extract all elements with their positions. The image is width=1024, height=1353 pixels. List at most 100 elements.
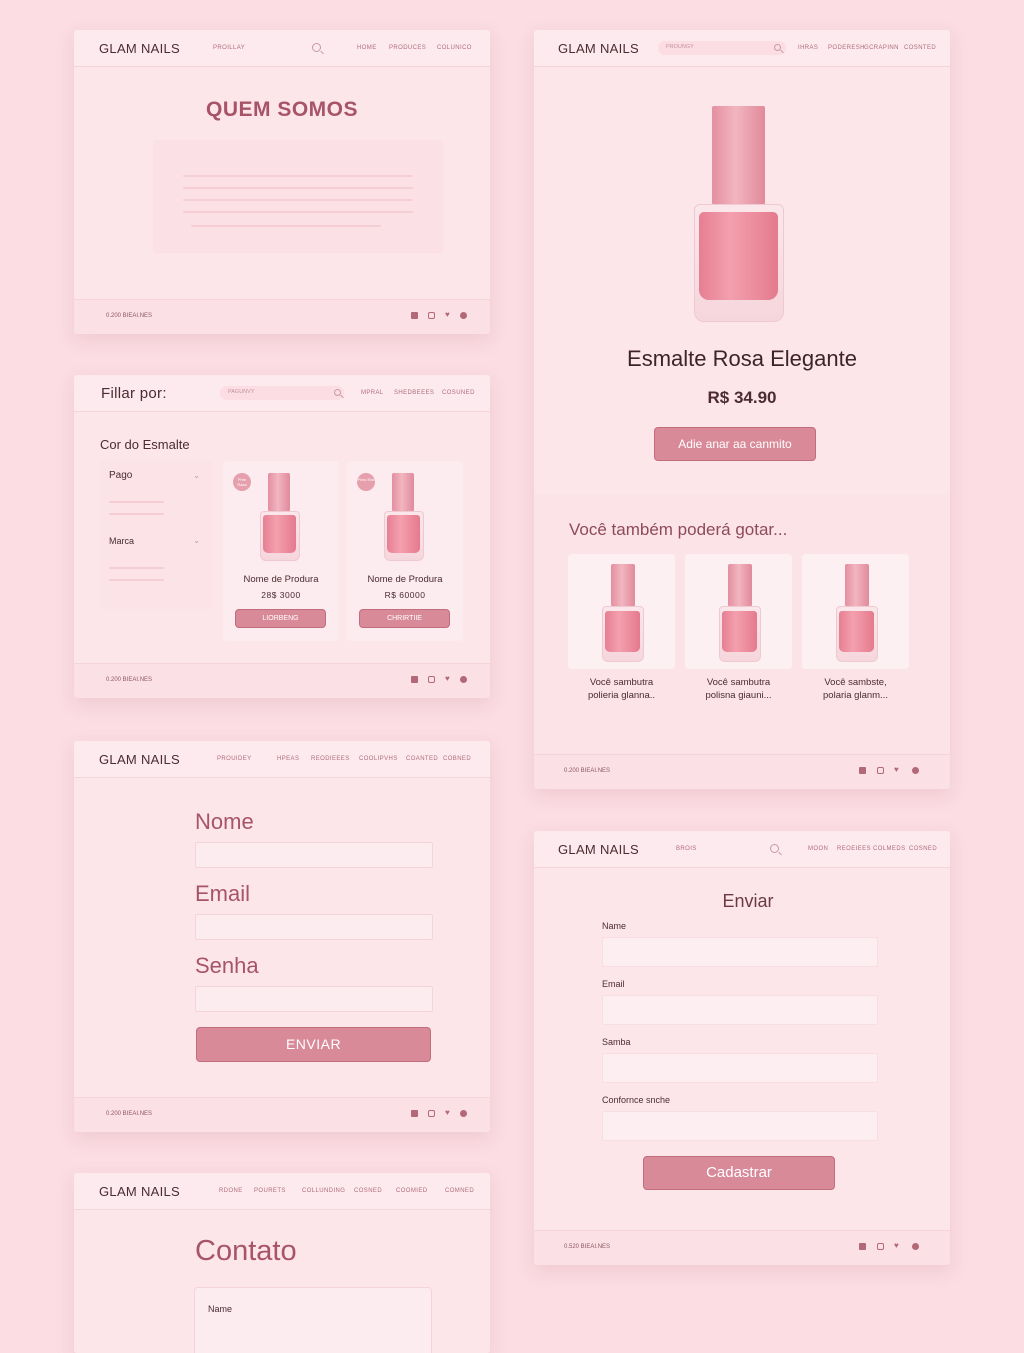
nav-link-home[interactable]: HOME [357, 45, 377, 51]
related-product-text: Você sambste, [824, 677, 887, 688]
twitter-icon[interactable]: ♥ [894, 1241, 899, 1250]
name-field[interactable] [195, 842, 433, 868]
search-icon[interactable] [770, 844, 779, 853]
confirm-label: Confornce snche [602, 1095, 671, 1105]
nav-link-column[interactable]: COLUNICO [437, 45, 472, 51]
password-field[interactable] [602, 1053, 878, 1083]
related-product-card[interactable] [685, 554, 792, 669]
nav-link-3[interactable]: REOEIEES [837, 846, 871, 852]
filter-option[interactable] [109, 579, 164, 581]
instagram-icon[interactable] [428, 676, 435, 683]
related-product-card[interactable] [802, 554, 909, 669]
add-to-cart-button[interactable]: Adie anar aa canmito [654, 427, 816, 461]
footer: 0.200 BIEAI.NES ♥ [74, 663, 490, 698]
nav-link-2[interactable]: PODERESH [828, 45, 865, 51]
instagram-icon[interactable] [428, 312, 435, 319]
facebook-icon[interactable] [411, 312, 418, 319]
name-field[interactable] [602, 937, 878, 967]
pinterest-icon[interactable] [912, 1243, 919, 1250]
facebook-icon[interactable] [859, 1243, 866, 1250]
email-field[interactable] [195, 914, 433, 940]
search-input[interactable]: PAGUNVY [220, 386, 344, 400]
confirm-field[interactable] [602, 1111, 878, 1141]
related-product-card[interactable] [568, 554, 675, 669]
nail-polish-image [836, 564, 878, 662]
nav-link-5[interactable]: COOMIED [396, 1188, 427, 1194]
pinterest-icon[interactable] [460, 312, 467, 319]
nav-link-1[interactable]: IHRAS [798, 45, 818, 51]
nav-link-3[interactable]: GCRAPINN [864, 45, 899, 51]
facebook-icon[interactable] [411, 1110, 418, 1117]
nav-link-1[interactable]: PROUIDEY [217, 756, 252, 762]
email-field[interactable] [602, 995, 878, 1025]
nav-link-5[interactable]: COANTED [406, 756, 438, 762]
twitter-icon[interactable]: ♥ [445, 310, 450, 319]
pinterest-icon[interactable] [912, 767, 919, 774]
product-name: Esmalte Rosa Elegante [627, 346, 857, 371]
nav-link-4[interactable]: COLMEDS [873, 846, 905, 852]
nav-link-products[interactable]: PRODUCES [389, 45, 426, 51]
twitter-icon[interactable]: ♥ [445, 674, 450, 683]
name-label: Name [602, 921, 627, 931]
facebook-icon[interactable] [411, 676, 418, 683]
header: GLAM NAILS PROUIDEY HPEAS REODIEEES COOL… [74, 741, 490, 778]
header: GLAM NAILS PROILLAY HOME PRODUCES COLUNI… [74, 30, 490, 67]
add-to-cart-button[interactable]: CHRIRTIIE [359, 609, 450, 628]
instagram-icon[interactable] [877, 1243, 884, 1250]
pinterest-icon[interactable] [460, 1110, 467, 1117]
search-input[interactable]: PROUNGY [658, 41, 786, 55]
brand-logo[interactable]: GLAM NAILS [558, 842, 639, 857]
nav-link-2[interactable]: HPEAS [277, 756, 299, 762]
nav-link-1[interactable]: MPRAL [361, 390, 384, 396]
twitter-icon[interactable]: ♥ [894, 765, 899, 774]
twitter-icon[interactable]: ♥ [445, 1108, 450, 1117]
nav-link-5[interactable]: COSNED [909, 846, 937, 852]
search-icon[interactable] [334, 389, 341, 396]
nav-link-3[interactable]: REODIEEES [311, 756, 350, 762]
filter-option[interactable] [109, 501, 164, 503]
nav-link-profile[interactable]: PROILLAY [213, 45, 245, 51]
brand-logo[interactable]: GLAM NAILS [99, 41, 180, 56]
nav-link-4[interactable]: COOLIPVHS [359, 756, 398, 762]
filter-price-label[interactable]: Pago [109, 470, 132, 481]
nav-link-6[interactable]: COBNED [443, 756, 471, 762]
text-line [191, 225, 381, 227]
nav-link-3[interactable]: COSUNED [442, 390, 475, 396]
related-section: Você também poderá gotar... Você sambutr… [534, 494, 950, 755]
register-button[interactable]: Cadastrar [643, 1156, 835, 1190]
related-product-text: polaria glanm... [823, 690, 888, 701]
search-placeholder: PROUNGY [666, 44, 694, 50]
submit-button[interactable]: ENVIAR [196, 1027, 431, 1062]
pinterest-icon[interactable] [460, 676, 467, 683]
search-icon[interactable] [312, 43, 321, 52]
instagram-icon[interactable] [428, 1110, 435, 1117]
search-icon[interactable] [774, 44, 781, 51]
nav-link-2[interactable]: MOON [808, 846, 828, 852]
nav-link-3[interactable]: COLLUNDING [302, 1188, 345, 1194]
filter-option[interactable] [109, 513, 164, 515]
nav-link-2[interactable]: POURETS [254, 1188, 286, 1194]
nav-link-1[interactable]: RDONE [219, 1188, 243, 1194]
instagram-icon[interactable] [877, 767, 884, 774]
nav-link-1[interactable]: BROIS [676, 846, 697, 852]
filter-title: Fillar por: [101, 385, 167, 402]
brand-logo[interactable]: GLAM NAILS [99, 1184, 180, 1199]
chevron-down-icon[interactable]: ⌄ [193, 471, 200, 480]
product-card[interactable]: Prim Raza Nome de Produra 28$ 3000 LIORB… [223, 461, 339, 641]
password-field[interactable] [195, 986, 433, 1012]
nav-link-6[interactable]: COMNED [445, 1188, 474, 1194]
nav-link-4[interactable]: COSNTED [904, 45, 936, 51]
product-page-card: GLAM NAILS PROUNGY IHRAS PODERESH GCRAPI… [534, 30, 950, 789]
nav-link-4[interactable]: COSNED [354, 1188, 382, 1194]
register-page-card: GLAM NAILS BROIS MOON REOEIEES COLMEDS C… [534, 831, 950, 1265]
brand-logo[interactable]: GLAM NAILS [99, 752, 180, 767]
add-to-cart-button[interactable]: LIORBENG [235, 609, 326, 628]
filter-option[interactable] [109, 567, 164, 569]
brand-logo[interactable]: GLAM NAILS [558, 41, 639, 56]
filter-brand-label[interactable]: Marca [109, 536, 134, 546]
nail-polish-image [602, 564, 644, 662]
facebook-icon[interactable] [859, 767, 866, 774]
nav-link-2[interactable]: SHEDBEEES [394, 390, 434, 396]
chevron-down-icon[interactable]: ⌄ [193, 536, 200, 545]
product-card[interactable]: Pimc Elot Nome de Produra R$ 60000 CHRIR… [347, 461, 463, 641]
